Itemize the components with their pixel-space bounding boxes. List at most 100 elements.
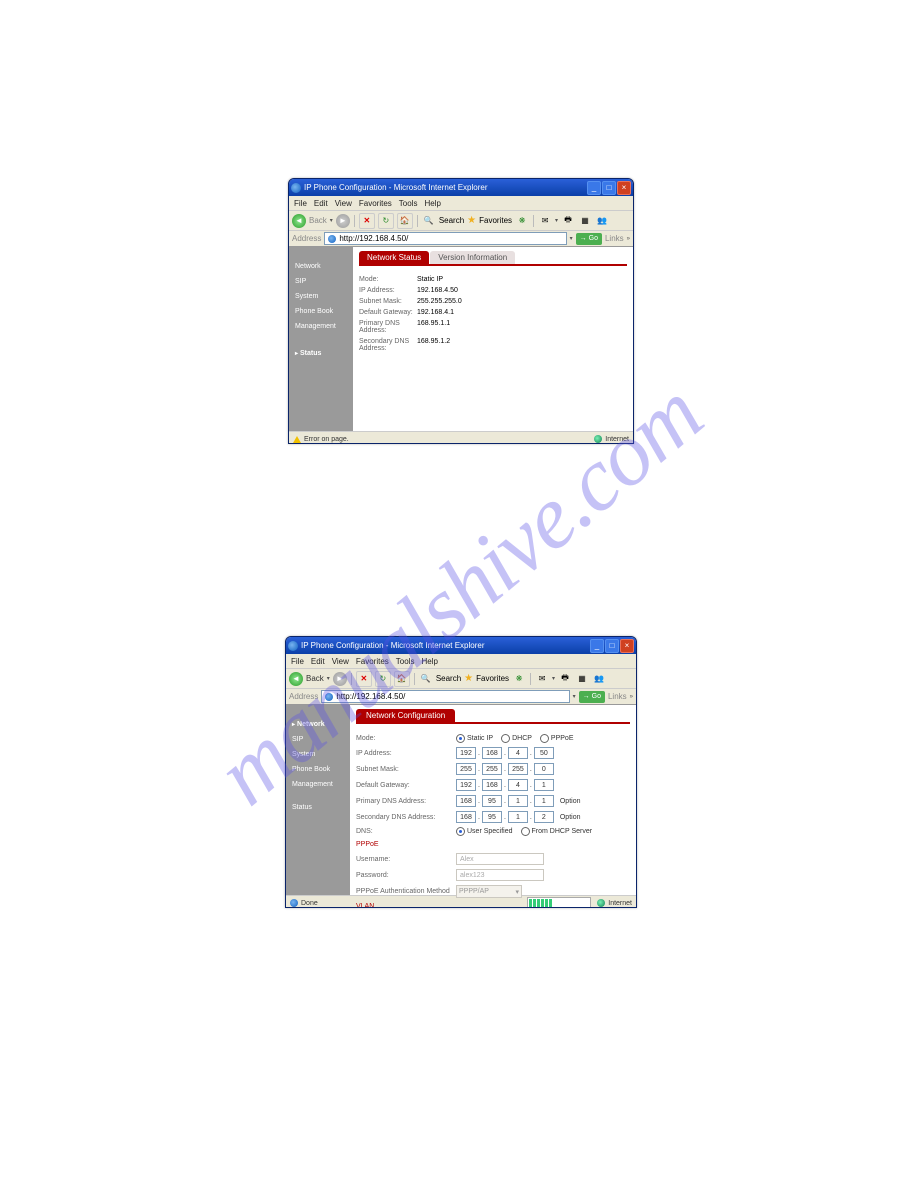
minimize-button[interactable]: _ [590, 639, 604, 653]
menu-favorites[interactable]: Favorites [356, 657, 389, 666]
menu-tools[interactable]: Tools [399, 199, 418, 208]
dns1-octet[interactable]: 1 [534, 795, 554, 807]
edit-button[interactable]: ▦ [578, 214, 592, 228]
back-label[interactable]: Back [306, 674, 324, 683]
ip-octet[interactable]: 4 [508, 747, 528, 759]
tab-version-info[interactable]: Version Information [430, 251, 515, 264]
sidebar-item-system[interactable]: System [286, 747, 350, 762]
dns2-octet[interactable]: 2 [534, 811, 554, 823]
dns1-octet[interactable]: 168 [456, 795, 476, 807]
tab-network-status[interactable]: Network Status [359, 251, 429, 264]
media-button[interactable]: ❋ [512, 672, 526, 686]
refresh-button[interactable]: ↻ [378, 213, 394, 229]
search-icon[interactable]: 🔍 [422, 214, 436, 228]
mask-octet[interactable]: 0 [534, 763, 554, 775]
menu-file[interactable]: File [291, 657, 304, 666]
menu-view[interactable]: View [335, 199, 352, 208]
favorites-icon[interactable]: ★ [467, 215, 476, 226]
favorites-label[interactable]: Favorites [476, 674, 509, 683]
discuss-button[interactable]: 👥 [595, 214, 609, 228]
gw-octet[interactable]: 1 [534, 779, 554, 791]
window-title: IP Phone Configuration - Microsoft Inter… [301, 641, 485, 650]
maximize-button[interactable]: □ [602, 181, 616, 195]
option-link[interactable]: Option [560, 814, 581, 821]
ip-octet[interactable]: 192 [456, 747, 476, 759]
radio-static-ip[interactable]: Static IP [456, 734, 493, 743]
menu-tools[interactable]: Tools [396, 657, 415, 666]
ip-octet[interactable]: 50 [534, 747, 554, 759]
mask-octet[interactable]: 255 [456, 763, 476, 775]
favorites-label[interactable]: Favorites [479, 216, 512, 225]
sidebar-item-phonebook[interactable]: Phone Book [286, 762, 350, 777]
dns1-octet[interactable]: 1 [508, 795, 528, 807]
tab-network-config[interactable]: Network Configuration [356, 709, 455, 722]
password-input[interactable]: alex123 [456, 869, 544, 881]
ip-octet[interactable]: 168 [482, 747, 502, 759]
search-icon[interactable]: 🔍 [419, 672, 433, 686]
menu-edit[interactable]: Edit [311, 657, 325, 666]
gw-octet[interactable]: 168 [482, 779, 502, 791]
sidebar-item-phonebook[interactable]: Phone Book [289, 304, 353, 319]
sidebar-item-status[interactable]: ▸Status [289, 346, 353, 361]
favorites-icon[interactable]: ★ [464, 673, 473, 684]
media-button[interactable]: ❋ [515, 214, 529, 228]
menu-view[interactable]: View [332, 657, 349, 666]
home-button[interactable]: 🏠 [394, 671, 410, 687]
radio-pppoe[interactable]: PPPoE [540, 734, 574, 743]
radio-user-specified[interactable]: User Specified [456, 827, 513, 836]
discuss-button[interactable]: 👥 [592, 672, 606, 686]
forward-button[interactable]: ► [333, 672, 347, 686]
stop-button[interactable]: ✕ [359, 213, 375, 229]
sidebar-item-sip[interactable]: SIP [286, 732, 350, 747]
dns-label: DNS: [356, 828, 456, 835]
address-input[interactable]: http://192.168.4.50/ [321, 690, 569, 703]
address-bar: Address http://192.168.4.50/ ▾ → Go Link… [289, 231, 633, 247]
search-label[interactable]: Search [439, 216, 464, 225]
close-button[interactable]: × [620, 639, 634, 653]
print-button[interactable]: 🖶 [561, 214, 575, 228]
edit-button[interactable]: ▦ [575, 672, 589, 686]
home-button[interactable]: 🏠 [397, 213, 413, 229]
mail-button[interactable]: ✉ [538, 214, 552, 228]
mask-octet[interactable]: 255 [508, 763, 528, 775]
menu-help[interactable]: Help [424, 199, 440, 208]
radio-from-dhcp[interactable]: From DHCP Server [521, 827, 593, 836]
sidebar-item-network[interactable]: ▸Network [286, 717, 350, 732]
refresh-button[interactable]: ↻ [375, 671, 391, 687]
sidebar-item-management[interactable]: Management [289, 319, 353, 334]
maximize-button[interactable]: □ [605, 639, 619, 653]
back-label[interactable]: Back [309, 216, 327, 225]
mask-octet[interactable]: 255 [482, 763, 502, 775]
radio-dhcp[interactable]: DHCP [501, 734, 532, 743]
stop-button[interactable]: ✕ [356, 671, 372, 687]
dns2-octet[interactable]: 168 [456, 811, 476, 823]
links-label[interactable]: Links [608, 692, 627, 701]
username-input[interactable]: Alex [456, 853, 544, 865]
option-link[interactable]: Option [560, 798, 581, 805]
search-label[interactable]: Search [436, 674, 461, 683]
dns1-octet[interactable]: 95 [482, 795, 502, 807]
gw-octet[interactable]: 192 [456, 779, 476, 791]
dns2-octet[interactable]: 1 [508, 811, 528, 823]
sidebar-item-network[interactable]: Network [289, 259, 353, 274]
dns2-octet[interactable]: 95 [482, 811, 502, 823]
print-button[interactable]: 🖶 [558, 672, 572, 686]
menu-favorites[interactable]: Favorites [359, 199, 392, 208]
menu-file[interactable]: File [294, 199, 307, 208]
auth-select[interactable]: PPPP/AP▾ [456, 885, 522, 898]
sidebar-item-management[interactable]: Management [286, 777, 350, 792]
address-input[interactable]: http://192.168.4.50/ [324, 232, 566, 245]
mail-button[interactable]: ✉ [535, 672, 549, 686]
sidebar-item-sip[interactable]: SIP [289, 274, 353, 289]
menu-help[interactable]: Help [421, 657, 437, 666]
forward-button[interactable]: ► [336, 214, 350, 228]
gw-octet[interactable]: 4 [508, 779, 528, 791]
go-button[interactable]: → Go [576, 233, 602, 245]
go-button[interactable]: → Go [579, 691, 605, 703]
minimize-button[interactable]: _ [587, 181, 601, 195]
sidebar-item-system[interactable]: System [289, 289, 353, 304]
close-button[interactable]: × [617, 181, 631, 195]
links-label[interactable]: Links [605, 234, 624, 243]
menu-edit[interactable]: Edit [314, 199, 328, 208]
sidebar-item-status[interactable]: Status [286, 800, 350, 815]
